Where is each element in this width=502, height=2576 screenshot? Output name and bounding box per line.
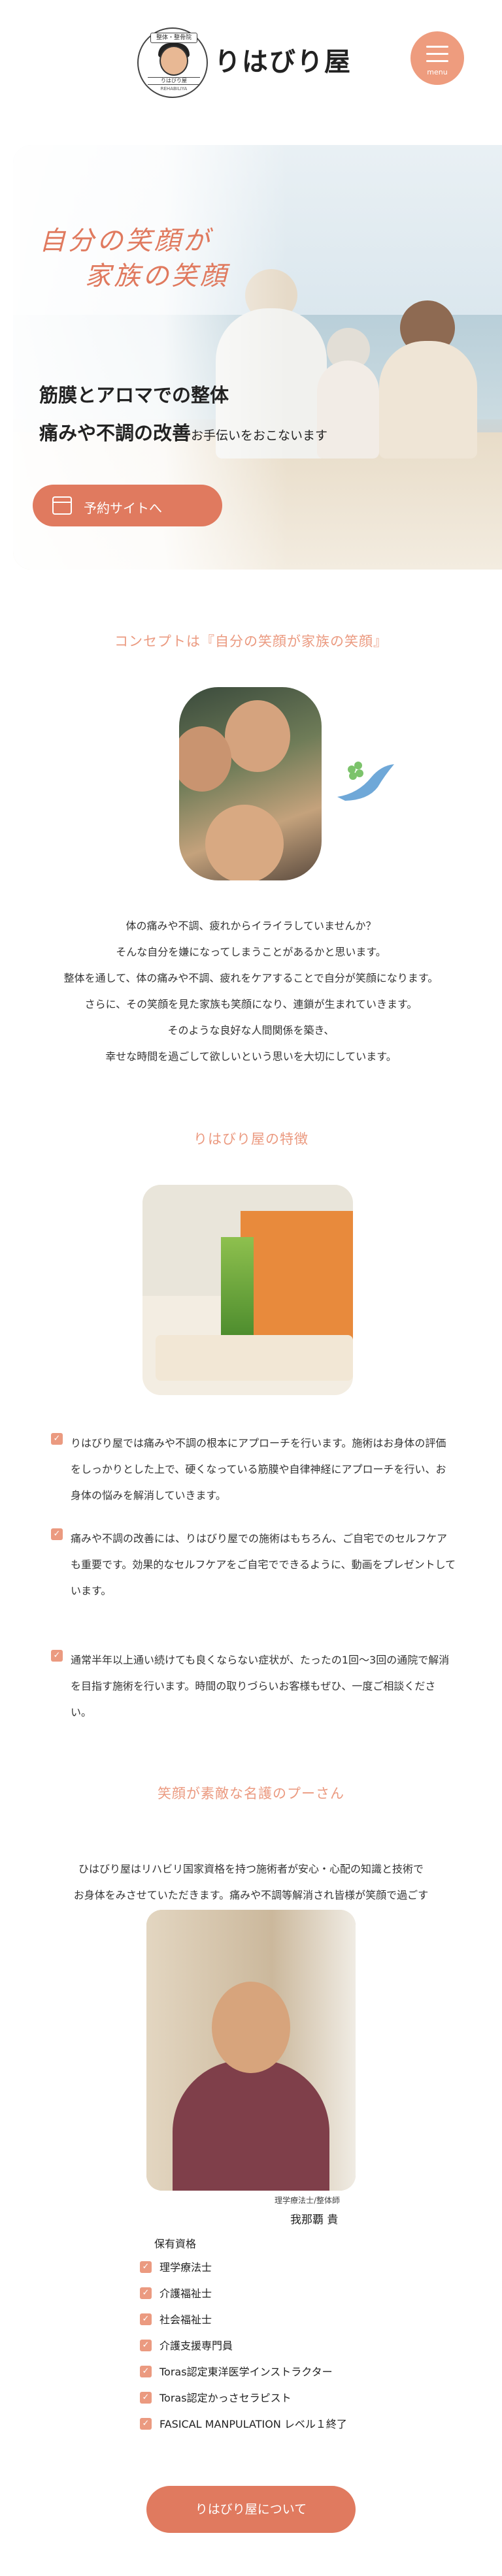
check-icon: ✓ xyxy=(140,2287,152,2299)
staff-name: 我那覇 貴 xyxy=(290,2214,339,2227)
check-icon: ✓ xyxy=(140,2313,152,2325)
reserve-button[interactable]: 予約サイトへ xyxy=(33,485,222,526)
hero-subtitle-2: 痛みや不調の改善お手伝いをおこないます xyxy=(39,418,327,445)
qualification-item: ✓ 社会福祉士 xyxy=(140,2312,414,2338)
staff-role: 理学療法士/整体師 xyxy=(275,2196,341,2205)
qualifications-title: 保有資格 xyxy=(154,2238,197,2250)
check-icon: ✓ xyxy=(140,2261,152,2273)
qualification-item: ✓ Toras認定東洋医学インストラクター xyxy=(140,2364,414,2391)
feature-text: りはびり屋では痛みや不調の根本にアプローチを行います。施術はお身体の評価をしっか… xyxy=(71,1437,446,1502)
staff-intro-line: お身体をみさせていただきます。痛みや不調等解消され皆様が笑顔で過ごす xyxy=(73,1889,429,1901)
hero-subtitle-2-small: お手伝いをおこないます xyxy=(191,428,328,443)
qualification-text: 理学療法士 xyxy=(159,2261,212,2274)
feature-item: ✓ 痛みや不調の改善には、りはびり屋での施術はもちろん、ご自宅でのセルフケアも重… xyxy=(51,1526,456,1611)
qualifications-list: ✓ 理学療法士 ✓ 介護福祉士 ✓ 社会福祉士 ✓ 介護支援専門員 ✓ Toras認定東洋… xyxy=(140,2260,414,2443)
clinic-room-orange-wall xyxy=(241,1211,353,1342)
concept-line: そのような良好な人間関係を築き、 xyxy=(167,1024,335,1037)
concept-line: そんな自分を嫌になってしまうことがあるかと思います。 xyxy=(116,946,386,958)
site-header: 整体・整骨院 りはびり屋 REHABILIYA りはびり屋 menu xyxy=(0,0,502,118)
concept-line: さらに、その笑顔を見た家族も笑顔になり、連鎖が生まれていきます。 xyxy=(84,998,418,1010)
check-icon: ✓ xyxy=(140,2366,152,2377)
concept-title: コンセプトは『自分の笑顔が家族の笑顔』 xyxy=(114,634,388,649)
hero-subtitle-1: 筋膜とアロマでの整体 xyxy=(39,384,229,406)
check-icon: ✓ xyxy=(140,2340,152,2351)
concept-text: 体の痛みや不調、疲れからイライラしていませんか？ そんな自分を嫌になってしまうこ… xyxy=(0,913,502,1070)
staff-intro-line: ひはびり屋はリハビリ国家資格を持つ施術者が安心・心配の知識と技術で xyxy=(78,1863,424,1875)
qualification-item: ✓ FASICAL MANPULATION レベル１終了 xyxy=(140,2417,414,2443)
family-photo-face xyxy=(225,700,290,772)
calendar-icon xyxy=(52,496,72,515)
hero-catch-line2: 家族の笑顔 xyxy=(85,261,229,291)
menu-button[interactable]: menu xyxy=(410,31,464,85)
check-icon: ✓ xyxy=(51,1650,63,1662)
qualification-text: Toras認定かっさセラピスト xyxy=(159,2392,292,2404)
feature-text: 痛みや不調の改善には、りはびり屋での施術はもちろん、ご自宅でのセルフケアも重要で… xyxy=(71,1532,456,1597)
bird-clover-icon xyxy=(337,762,394,801)
staff-photo-head xyxy=(212,1982,290,2073)
concept-line: 整体を通して、体の痛みや不調、疲れをケアすることで自分が笑顔になります。 xyxy=(63,972,439,984)
hero-subtitle-2-main: 痛みや不調の改善 xyxy=(39,422,192,444)
hamburger-icon-bar xyxy=(426,60,448,62)
check-icon: ✓ xyxy=(140,2392,152,2404)
family-photo-face xyxy=(205,805,284,880)
qualification-item: ✓ 介護支援専門員 xyxy=(140,2338,414,2364)
brand-name[interactable]: りはびり屋 xyxy=(214,40,352,78)
logo-face-icon xyxy=(159,46,188,76)
hero-catch-line1: 自分の笑顔が xyxy=(39,226,212,256)
about-button[interactable]: りはびり屋について xyxy=(146,2486,356,2533)
logo-emblem[interactable]: 整体・整骨院 りはびり屋 REHABILIYA xyxy=(137,27,208,98)
staff-photo-body xyxy=(173,2060,329,2191)
hero-person xyxy=(379,341,477,459)
qualification-item: ✓ Toras認定かっさセラピスト xyxy=(140,2391,414,2417)
features-title: りはびり屋の特徴 xyxy=(193,1131,309,1147)
clinic-room-bed xyxy=(156,1335,353,1381)
qualification-item: ✓ 介護福祉士 xyxy=(140,2286,414,2312)
qualification-text: 介護支援専門員 xyxy=(159,2340,233,2352)
staff-photo xyxy=(146,1910,356,2191)
clinic-room-photo xyxy=(142,1185,353,1395)
concept-line: 幸せな時間を過ごして欲しいという思いを大切にしています。 xyxy=(105,1050,397,1063)
reserve-button-label: 予約サイトへ xyxy=(84,500,162,516)
logo-banner: 整体・整骨院 xyxy=(150,33,197,43)
check-icon: ✓ xyxy=(140,2418,152,2430)
family-photo xyxy=(179,687,322,880)
feature-item: ✓ りはびり屋では痛みや不調の根本にアプローチを行います。施術はお身体の評価をし… xyxy=(51,1430,456,1515)
hamburger-icon-bar xyxy=(426,53,448,55)
qualification-item: ✓ 理学療法士 xyxy=(140,2260,414,2286)
qualification-text: FASICAL MANPULATION レベル１終了 xyxy=(159,2418,347,2430)
menu-label: menu xyxy=(427,68,448,76)
qualification-text: Toras認定東洋医学インストラクター xyxy=(159,2366,333,2378)
clinic-room-plant xyxy=(221,1237,254,1342)
qualification-text: 社会福祉士 xyxy=(159,2313,212,2326)
feature-text: 通常半年以上通い続けても良くならない症状が、たったの1回〜3回の通院で解消を目指… xyxy=(71,1654,450,1718)
check-icon: ✓ xyxy=(51,1433,63,1445)
logo-ribbon: りはびり屋 xyxy=(148,77,200,85)
concept-line: 体の痛みや不調、疲れからイライラしていませんか？ xyxy=(126,920,376,932)
hero-banner: 自分の笑顔が 家族の笑顔 筋膜とアロマでの整体 痛みや不調の改善お手伝いをおこな… xyxy=(13,145,502,570)
staff-title: 笑顔が素敵な名護のプーさん xyxy=(158,1786,344,1801)
qualification-text: 介護福祉士 xyxy=(159,2287,212,2300)
check-icon: ✓ xyxy=(51,1528,63,1540)
hamburger-icon xyxy=(426,46,448,48)
feature-item: ✓ 通常半年以上通い続けても良くならない症状が、たったの1回〜3回の通院で解消を… xyxy=(51,1647,456,1732)
logo-sub: REHABILIYA xyxy=(160,86,188,91)
family-photo-face xyxy=(179,726,231,792)
